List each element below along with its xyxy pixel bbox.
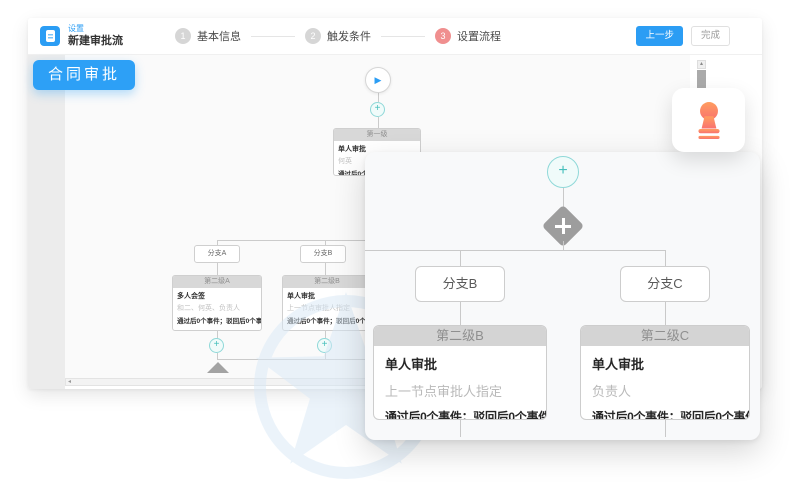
node-header: 第二级C: [581, 326, 749, 346]
flow-connector: [325, 263, 326, 275]
add-node-button[interactable]: +: [209, 338, 224, 353]
events-summary: 通过后0个事件；驳回后0个事件: [177, 315, 257, 325]
assignee: 上一节点审批人指定: [287, 303, 367, 313]
assignee: 负责人: [592, 381, 738, 400]
step-basic-info[interactable]: 1 基本信息: [175, 28, 241, 44]
approval-type: 单人审批: [592, 354, 738, 373]
events-summary: 通过后0个事件；驳回后0个事件: [385, 408, 535, 420]
flow-connector: [460, 250, 461, 266]
scroll-up-glyph: ▴: [700, 61, 703, 67]
node-level-2b[interactable]: 第二级B 单人审批 上一节点审批人指定 通过后0个事件；驳回后0个事件: [282, 275, 372, 331]
assignee: 上一节点审批人指定: [385, 381, 535, 400]
step-3-label: 设置流程: [457, 28, 501, 44]
node-level-2b-card[interactable]: 第二级B 单人审批 上一节点审批人指定 通过后0个事件；驳回后0个事件: [373, 325, 547, 420]
flow-name-badge: 合同审批: [33, 60, 135, 90]
node-header: 第二级A: [173, 276, 261, 288]
plus-icon: +: [558, 162, 567, 179]
flow-connector: [563, 241, 564, 250]
node-header: 第二级B: [283, 276, 371, 288]
flow-connector: [378, 93, 379, 102]
previous-step-button[interactable]: 上一步: [636, 26, 683, 46]
page-title: 新建审批流: [68, 35, 123, 47]
finish-button[interactable]: 完成: [691, 26, 730, 46]
add-node-button[interactable]: +: [317, 338, 332, 353]
flow-connector: [325, 331, 326, 338]
scroll-left-icon[interactable]: ◂: [68, 379, 71, 385]
step-indicator: 1 基本信息 2 触发条件 3 设置流程: [175, 28, 501, 44]
step-2-label: 触发条件: [327, 28, 371, 44]
add-node-button[interactable]: +: [547, 156, 579, 188]
node-level-2a[interactable]: 第二级A 多人会签 和二、何英、负责人 通过后0个事件；驳回后0个事件: [172, 275, 262, 331]
branch-c-label[interactable]: 分支C: [620, 266, 710, 302]
flow-connector: [665, 302, 666, 325]
step-connector: [251, 36, 295, 37]
breadcrumb-category: 设置: [68, 25, 123, 34]
plus-icon: +: [214, 339, 220, 350]
flow-connector: [217, 331, 218, 338]
events-summary: 通过后0个事件；驳回后0个事件: [592, 408, 738, 420]
branch-a-label[interactable]: 分支A: [194, 245, 240, 263]
scroll-up-icon[interactable]: ▴: [697, 60, 706, 69]
canvas-gutter: [28, 55, 65, 389]
add-node-button[interactable]: +: [370, 102, 385, 117]
approval-type: 单人审批: [385, 354, 535, 373]
play-icon: ▶: [375, 75, 382, 85]
document-icon: [46, 30, 55, 42]
stamp-card: [672, 88, 745, 152]
assignee: 和二、何英、负责人: [177, 303, 257, 313]
node-header: 第二级B: [374, 326, 546, 346]
flow-connector: [460, 420, 461, 437]
approval-type: 单人审批: [287, 291, 367, 301]
stamp-icon: [691, 101, 727, 139]
flow-connector: [217, 263, 218, 275]
flow-connector: [665, 250, 666, 266]
flow-connector: [378, 117, 379, 128]
branch-b-label[interactable]: 分支B: [415, 266, 505, 302]
app-logo: [40, 26, 60, 46]
flow-connector: [665, 420, 666, 437]
zoom-detail-panel: + 分支B 分支C 第二级B 单人审批 上一节点审批人指定 通过后0个事件；驳回…: [365, 152, 760, 440]
top-bar: 设置 新建审批流 1 基本信息 2 触发条件 3 设置流程 上一步 完成: [28, 18, 762, 55]
step-2-circle: 2: [305, 28, 321, 44]
node-header: 第一级: [334, 129, 420, 141]
approval-type: 多人会签: [177, 291, 257, 301]
branch-split-line: [365, 250, 666, 251]
branch-b-label[interactable]: 分支B: [300, 245, 346, 263]
step-set-process[interactable]: 3 设置流程: [435, 28, 501, 44]
plus-icon: +: [375, 103, 381, 114]
step-1-circle: 1: [175, 28, 191, 44]
start-node[interactable]: ▶: [365, 67, 391, 93]
title-block: 设置 新建审批流: [68, 25, 123, 47]
step-1-label: 基本信息: [197, 28, 241, 44]
step-3-circle: 3: [435, 28, 451, 44]
node-level-2c-card[interactable]: 第二级C 单人审批 负责人 通过后0个事件；驳回后0个事件: [580, 325, 750, 420]
step-trigger-condition[interactable]: 2 触发条件: [305, 28, 371, 44]
step-connector: [381, 36, 425, 37]
events-summary: 通过后0个事件；驳回后0个事件: [287, 315, 367, 325]
plus-icon: [562, 218, 565, 234]
flow-connector: [460, 302, 461, 325]
merge-node: [207, 362, 229, 373]
plus-icon: +: [322, 339, 328, 350]
